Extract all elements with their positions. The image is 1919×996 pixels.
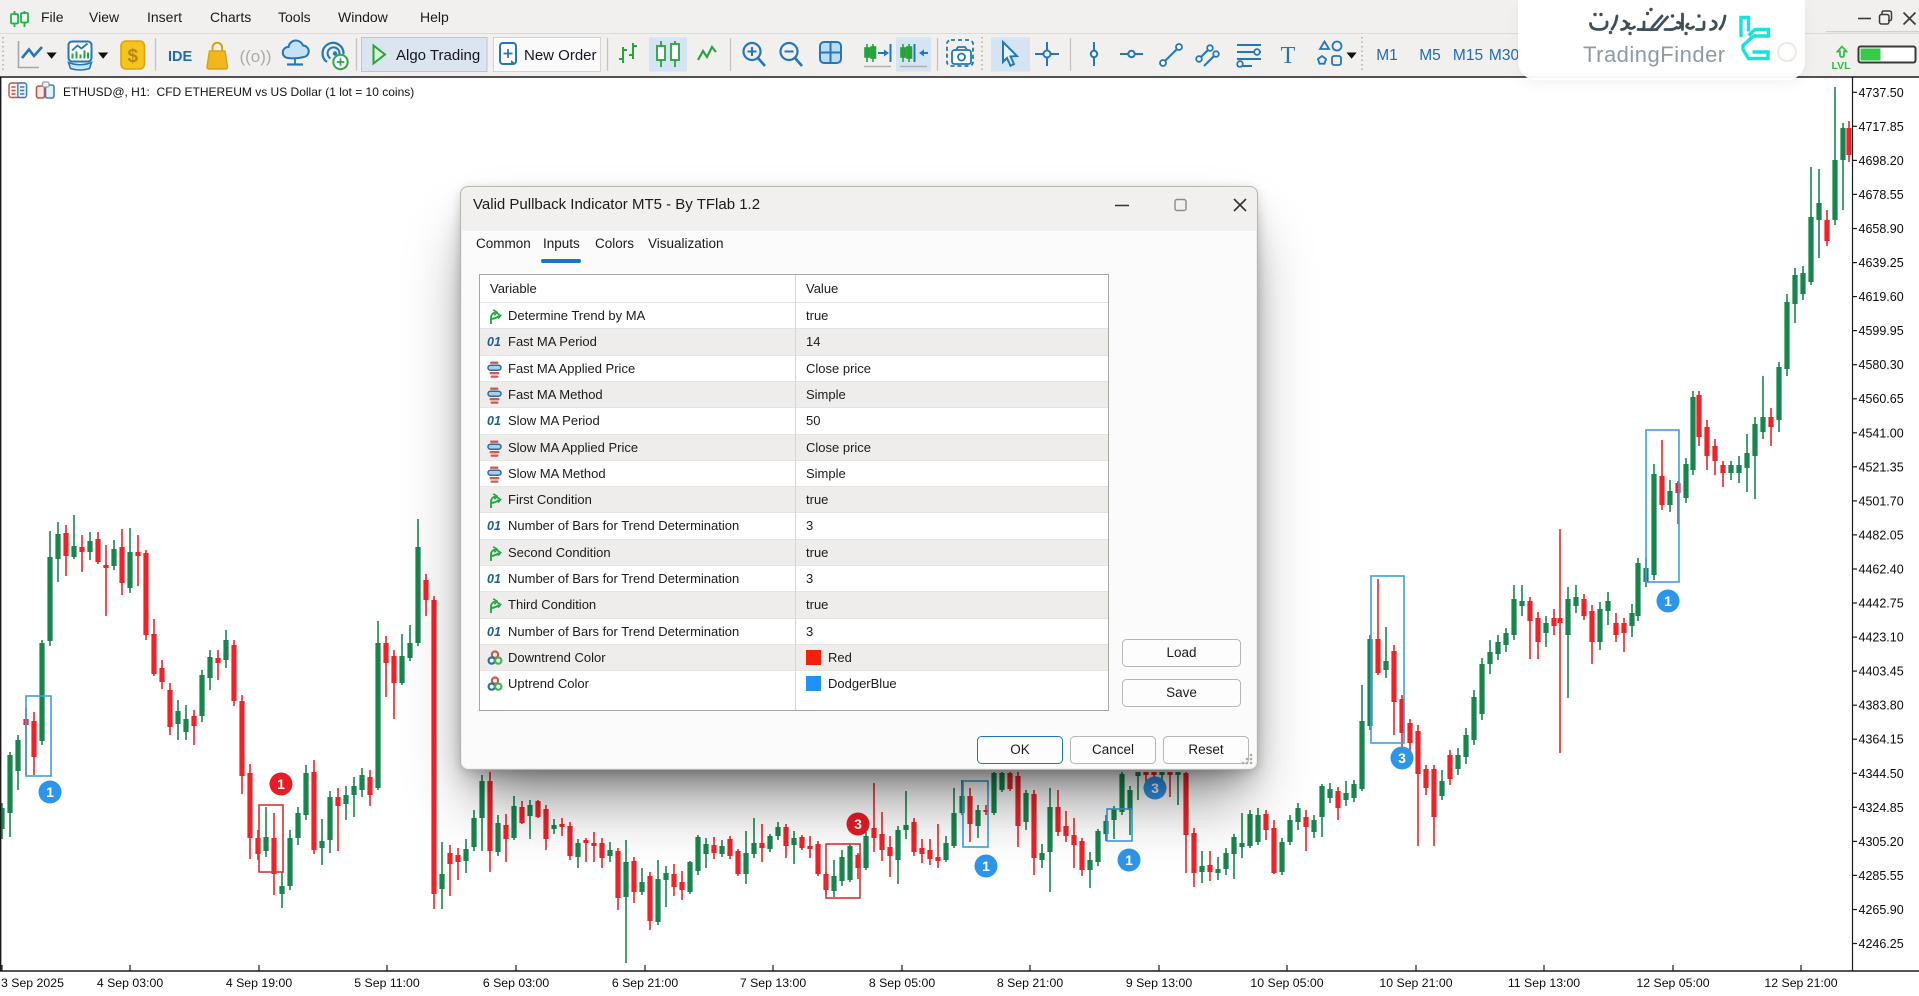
svg-text:01: 01: [487, 335, 501, 349]
svg-text:TradingFinder: TradingFinder: [1583, 42, 1726, 67]
svg-text:LVL: LVL: [1831, 60, 1851, 72]
svg-text:01: 01: [487, 519, 501, 533]
svg-text:01: 01: [487, 625, 501, 639]
svg-text:01: 01: [487, 572, 501, 586]
svg-text:01: 01: [487, 414, 501, 428]
